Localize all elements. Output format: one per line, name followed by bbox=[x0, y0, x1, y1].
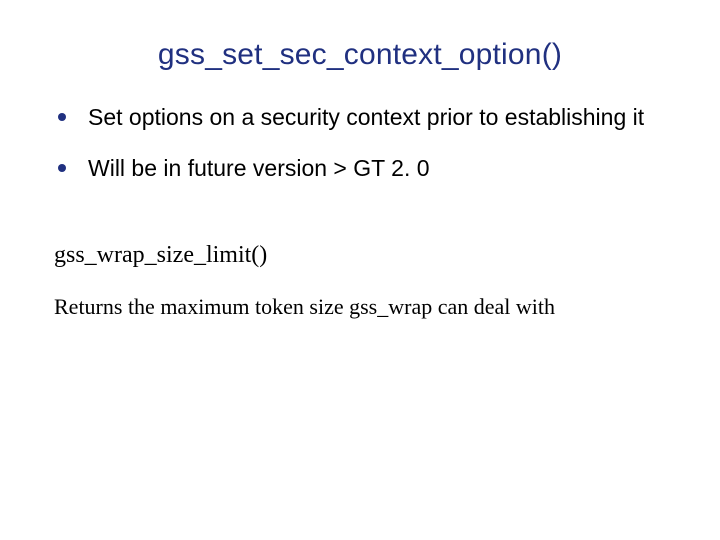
list-item: Will be in future version > GT 2. 0 bbox=[54, 153, 666, 184]
slide: gss_set_sec_context_option() Set options… bbox=[0, 0, 720, 540]
bullet-text: Will be in future version > GT 2. 0 bbox=[88, 155, 430, 181]
list-item: Set options on a security context prior … bbox=[54, 102, 666, 133]
bullet-icon bbox=[58, 113, 66, 121]
subheading: gss_wrap_size_limit() bbox=[54, 242, 666, 269]
bullet-icon bbox=[58, 164, 66, 172]
body-text: Returns the maximum token size gss_wrap … bbox=[54, 293, 666, 322]
bullet-text: Set options on a security context prior … bbox=[88, 104, 644, 130]
bullet-list: Set options on a security context prior … bbox=[54, 102, 666, 184]
slide-title: gss_set_sec_context_option() bbox=[54, 38, 666, 72]
